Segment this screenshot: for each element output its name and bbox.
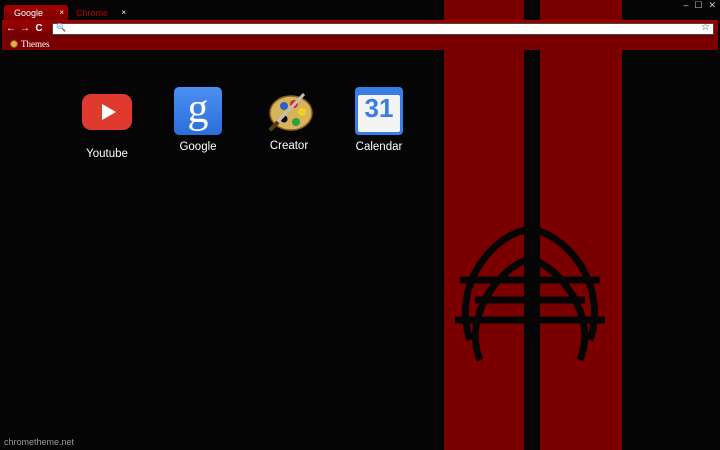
bookmark-themes[interactable]: Themes xyxy=(10,38,50,50)
palette-icon xyxy=(10,40,18,48)
search-icon: 🔍 xyxy=(56,23,66,32)
google-icon: g xyxy=(173,87,223,137)
app-calendar[interactable]: 31 Calendar xyxy=(339,86,419,153)
app-label: Creator xyxy=(269,140,309,152)
bookmark-star-icon[interactable]: ☆ xyxy=(701,22,710,33)
tab-chrome[interactable]: Chrome × xyxy=(66,5,130,21)
palette-icon xyxy=(264,86,314,136)
tab-google[interactable]: Google × xyxy=(4,5,68,21)
app-label: Youtube xyxy=(86,148,128,160)
bookmarks-bar: Themes xyxy=(2,38,718,50)
tribal-emblem-icon xyxy=(455,226,605,420)
app-creator[interactable]: Creator xyxy=(249,86,329,152)
tab-close-icon[interactable]: × xyxy=(121,5,126,21)
bookmark-label: Themes xyxy=(21,39,50,49)
footer-credit: chrometheme.net xyxy=(4,437,75,447)
tab-strip: Google × Chrome × xyxy=(0,5,720,21)
tab-close-icon[interactable]: × xyxy=(59,5,64,21)
toolbar: ← → C 🔍 ☆ xyxy=(2,20,718,38)
tab-label: Chrome xyxy=(76,8,109,18)
address-bar[interactable]: 🔍 ☆ xyxy=(52,22,714,35)
app-label: Calendar xyxy=(355,141,403,153)
back-icon[interactable]: ← xyxy=(5,22,17,36)
app-google[interactable]: g Google xyxy=(158,86,238,153)
forward-icon[interactable]: → xyxy=(19,22,31,36)
reload-icon[interactable]: C xyxy=(33,22,45,36)
wallpaper xyxy=(0,0,720,450)
youtube-icon xyxy=(82,94,132,144)
tab-label: Google xyxy=(14,8,44,18)
app-label: Google xyxy=(179,141,217,153)
app-youtube[interactable]: Youtube xyxy=(67,86,147,160)
calendar-icon: 31 xyxy=(354,87,404,137)
